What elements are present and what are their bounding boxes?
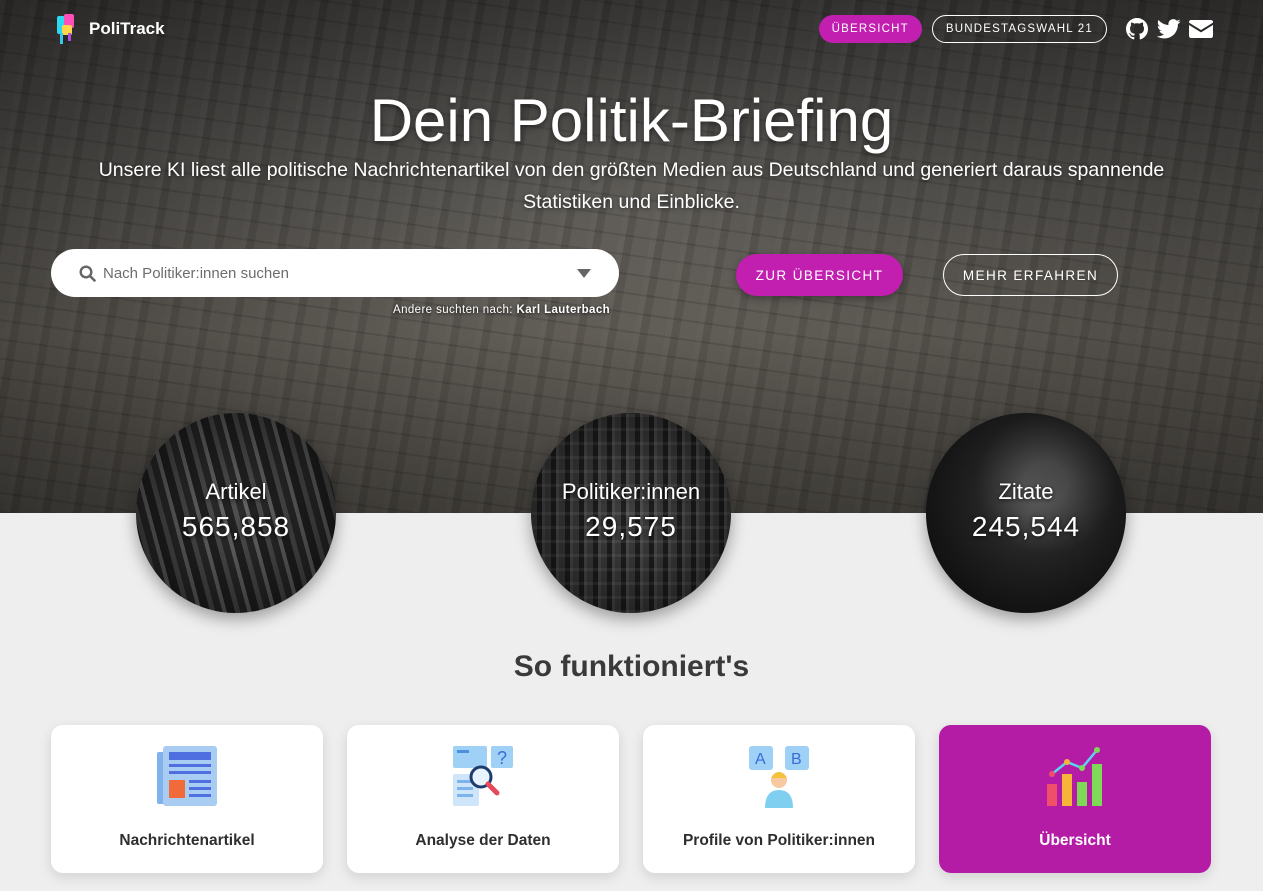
card-politician-profiles[interactable]: A B Profile von Politiker:innen [643,725,915,873]
stat-label: Politiker:innen [561,479,701,504]
bar-chart-icon [1047,747,1102,806]
data-analysis-icon: ? [453,746,513,806]
search-icon [79,265,96,282]
card-label: Übersicht [1039,832,1111,849]
svg-text:?: ? [497,748,507,768]
politician-search[interactable] [51,249,619,297]
card-data-analysis[interactable]: ? Analyse der Daten [347,725,619,873]
suggestion-prefix: Andere suchten nach: [393,304,513,316]
chevron-down-icon[interactable] [577,269,591,278]
stat-politicians: Politiker:innen 29,575 [531,413,731,613]
envelope-icon[interactable] [1189,17,1213,41]
learn-more-button[interactable]: MEHR ERFAHREN [943,254,1118,296]
stat-value: 29,575 [585,511,677,542]
card-label: Analyse der Daten [415,832,551,849]
nav-overview-button[interactable]: ÜBERSICHT [818,15,922,43]
github-icon[interactable] [1125,17,1149,41]
stat-label: Zitate [998,479,1054,504]
brand-name: PoliTrack [89,19,165,38]
stat-value: 245,544 [971,511,1081,542]
card-label: Nachrichtenartikel [119,832,255,849]
newspaper-icon [157,746,217,806]
suggestion-link[interactable]: Karl Lauterbach [517,304,611,316]
search-suggestion: Andere suchten nach: Karl Lauterbach [393,304,610,316]
card-news-articles[interactable]: Nachrichtenartikel [51,725,323,873]
search-input[interactable] [103,261,543,285]
section-title: So funktioniert's [513,650,750,683]
hero-title: Dein Politik-Briefing [369,87,894,154]
stat-value: 565,858 [181,511,291,542]
stat-label: Artikel [205,479,267,504]
nav-election-button[interactable]: BUNDESTAGSWAHL 21 [931,15,1107,43]
brand-logo[interactable]: PoliTrack [55,14,165,44]
to-overview-button[interactable]: ZUR ÜBERSICHT [736,254,903,296]
card-label: Profile von Politiker:innen [682,832,876,849]
hero-subtitle: Unsere KI liest alle politische Nachrich… [98,159,1165,213]
stat-articles: Artikel 565,858 [136,413,336,613]
card-overview[interactable]: Übersicht [939,725,1211,873]
svg-text:B: B [791,751,802,768]
politician-profile-icon: A B [749,746,809,808]
stat-quotes: Zitate 245,544 [926,413,1126,613]
twitter-icon[interactable] [1157,17,1181,41]
svg-text:A: A [755,751,766,768]
top-navigation: ÜBERSICHT BUNDESTAGSWAHL 21 [818,15,1213,43]
politrack-logo-icon [55,14,77,44]
